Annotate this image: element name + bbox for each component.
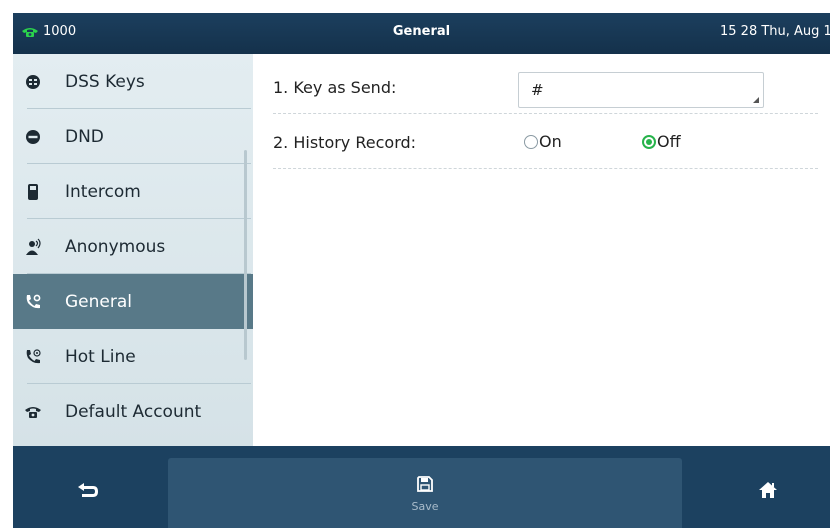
anonymous-icon [24,238,42,256]
soft-key-bar: Save [13,446,830,528]
page-title: General [392,24,451,39]
back-icon [77,482,99,502]
radio-unchecked-icon [524,134,538,149]
key-as-send-value: # [531,81,544,99]
home-button[interactable] [743,472,793,512]
sidebar-item-label: DSS Keys [65,71,145,92]
hot-line-icon [24,348,42,366]
key-as-send-field[interactable]: # [518,72,764,108]
default-account-icon [24,403,42,421]
status-bar: 1000 General 15 28 Thu, Aug 1 [13,13,830,54]
sidebar-menu: DSS Keys DND Intercom Anonymous General … [13,54,253,446]
radio-label: Off [657,132,681,151]
sidebar-item-default-account[interactable]: Default Account [13,384,253,439]
sidebar-item-label: Anonymous [65,236,166,257]
sidebar-item-label: Hot Line [65,346,136,367]
setting-key-as-send: 1. Key as Send: # [273,59,818,114]
sidebar-item-anonymous[interactable]: Anonymous [13,219,253,274]
resize-corner-icon [753,97,759,103]
history-record-off-radio[interactable]: Off [642,114,681,169]
dss-keys-icon [24,73,42,91]
setting-history-record: 2. History Record: On Off [273,114,818,169]
sidebar-item-intercom[interactable]: Intercom [13,164,253,219]
sidebar-item-dss-keys[interactable]: DSS Keys [13,54,253,109]
divider [273,168,818,169]
setting-label: 2. History Record: [273,133,417,152]
back-button[interactable] [63,472,113,512]
dnd-icon [24,128,42,146]
history-record-on-radio[interactable]: On [524,114,562,169]
radio-checked-icon [642,134,656,149]
intercom-icon [24,183,42,201]
sidebar-item-dnd[interactable]: DND [13,109,253,164]
sidebar-item-general[interactable]: General [13,274,253,329]
save-icon [417,475,433,496]
sidebar-item-label: DND [65,126,104,147]
general-icon [24,293,42,311]
save-label: Save [411,499,439,513]
save-button[interactable]: Save [385,466,465,522]
home-icon [758,481,778,503]
sidebar-scrollbar[interactable] [244,150,247,360]
radio-label: On [539,132,562,151]
date-time: 15 28 Thu, Aug 1 [720,24,830,39]
phone-screen: 1000 General 15 28 Thu, Aug 1 DSS Keys D… [0,0,830,528]
sidebar-item-label: Intercom [65,181,141,202]
sidebar-item-hot-line[interactable]: Hot Line [13,329,253,384]
sidebar-item-label: Default Account [65,401,202,422]
sidebar-item-label: General [65,291,132,312]
setting-label: 1. Key as Send: [273,78,397,97]
settings-panel: 1. Key as Send: # 2. History Record: On … [253,54,830,446]
